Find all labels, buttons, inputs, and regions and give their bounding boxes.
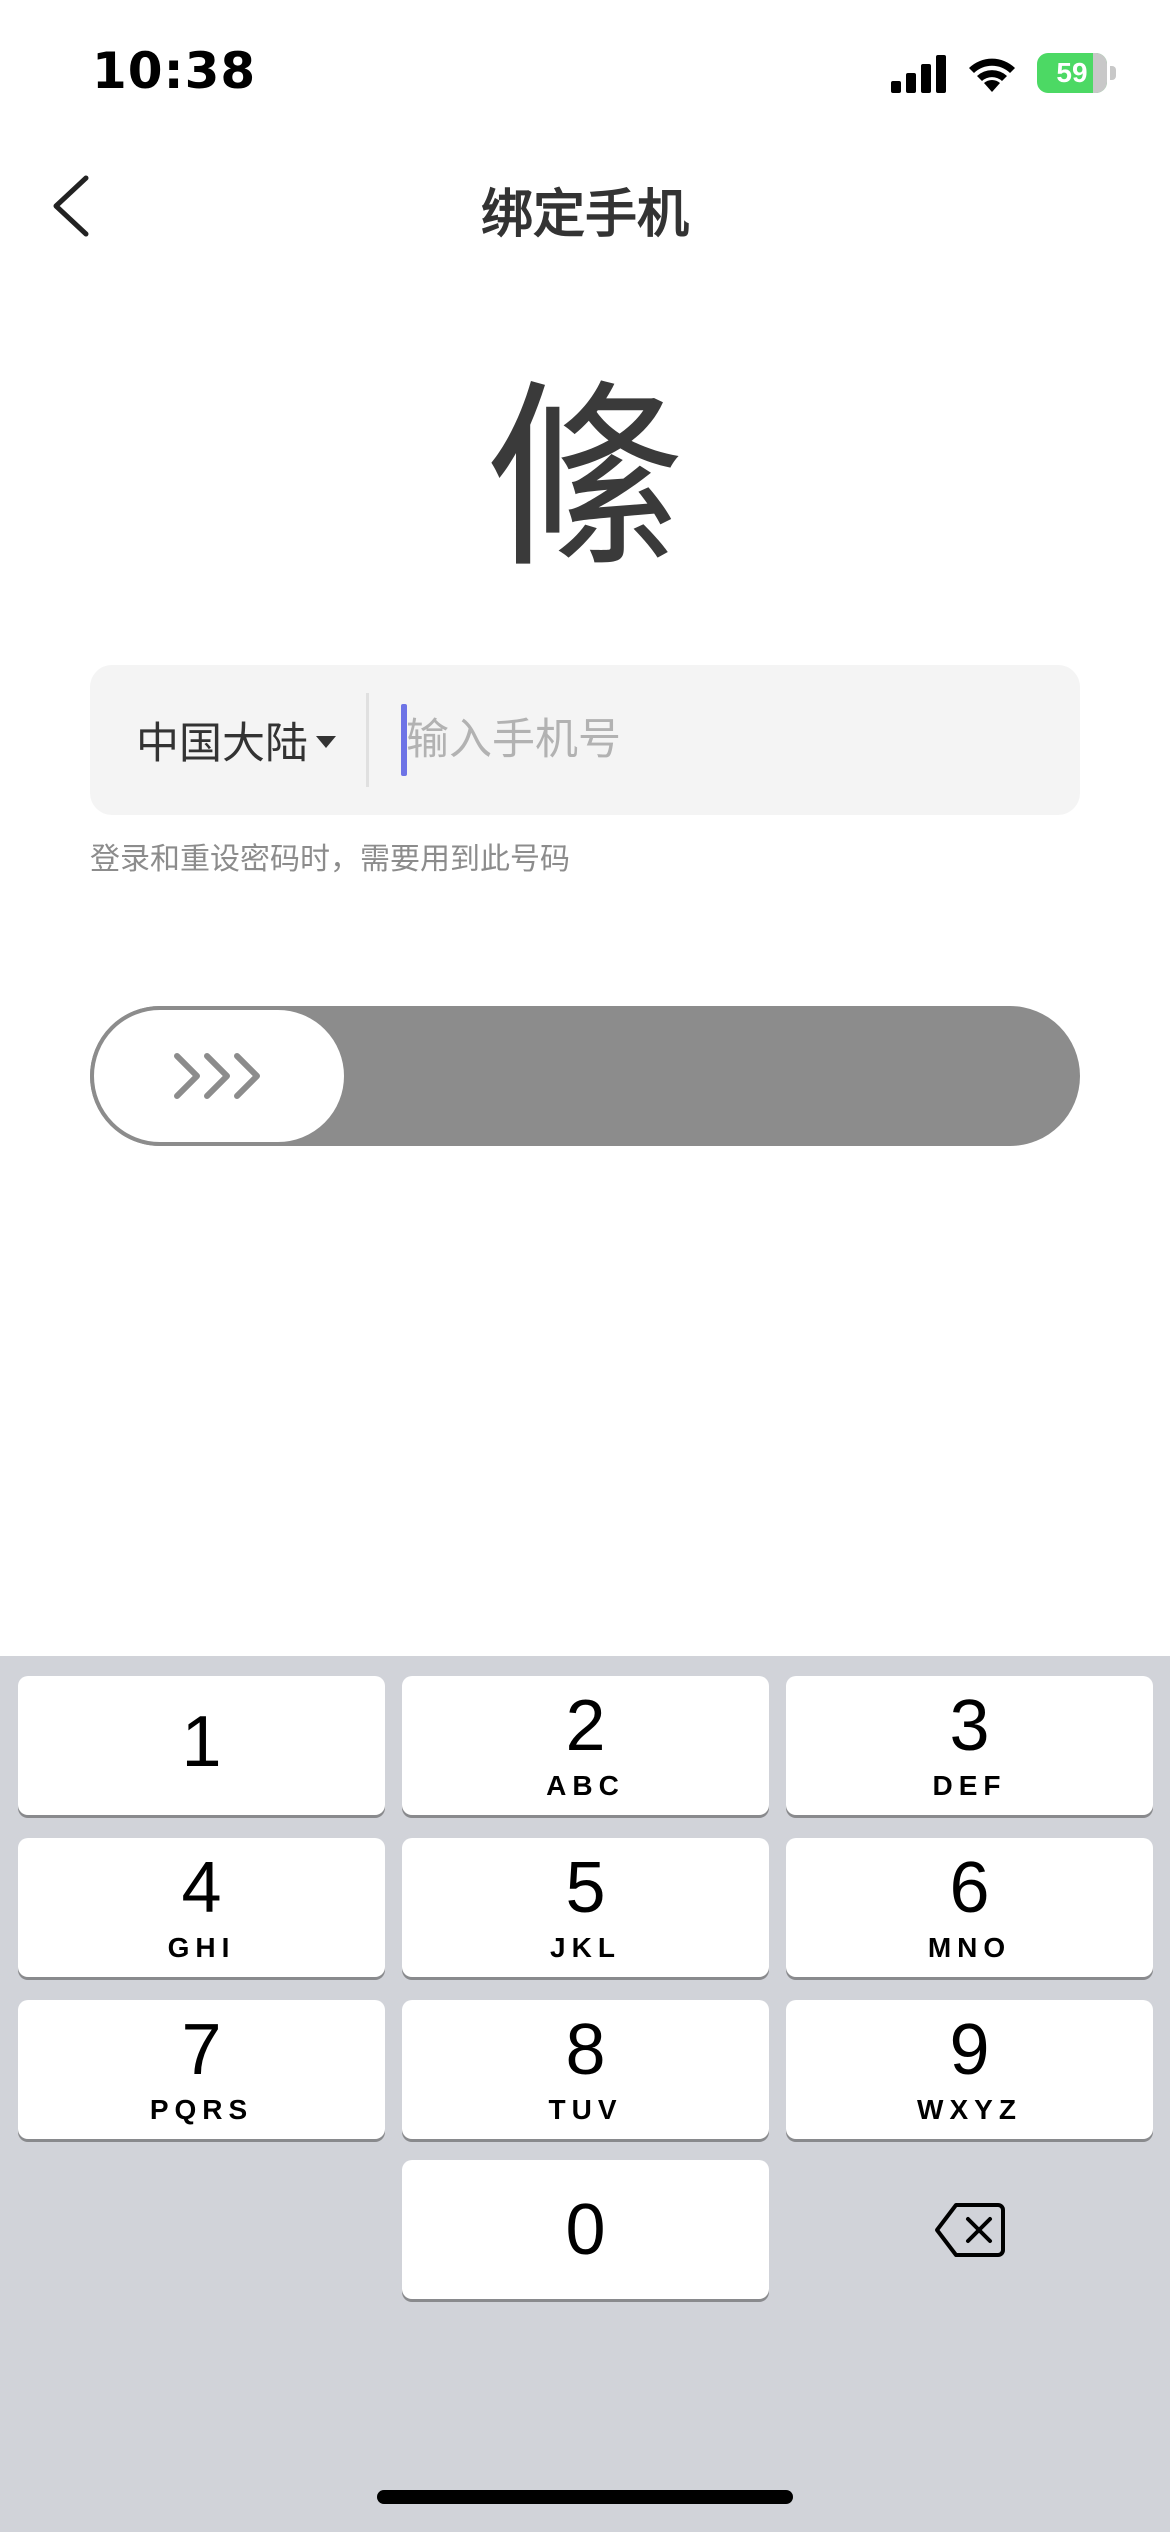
slide-to-verify-track (90, 1006, 1080, 1146)
numeric-keypad: 1 2 ABC 3 DEF 4 GHI 5 JKL 6 MNO 7 PQRS 8… (0, 1656, 1170, 2532)
key-6[interactable]: 6 MNO (786, 1838, 1153, 1977)
home-indicator (377, 2490, 793, 2504)
status-icons: 59 (891, 52, 1116, 94)
key-1[interactable]: 1 (18, 1676, 385, 1815)
phone-input[interactable] (406, 695, 1046, 785)
bind-phone-screen: 10:38 59 绑定手机 絛 中国大陆 输入手机号 登录和重设密码时，需要用到… (0, 0, 1170, 2532)
key-4[interactable]: 4 GHI (18, 1838, 385, 1977)
delete-key[interactable] (786, 2160, 1153, 2299)
signal-icon (891, 55, 946, 93)
key-7[interactable]: 7 PQRS (18, 2000, 385, 2139)
divider (366, 693, 369, 787)
chevrons-right-icon (174, 1053, 260, 1099)
phone-input-box: 中国大陆 (90, 665, 1080, 815)
status-bar: 10:38 59 (0, 0, 1170, 150)
battery-charging-icon: 59 (1037, 53, 1116, 93)
key-9[interactable]: 9 WXYZ (786, 2000, 1153, 2139)
page-title: 绑定手机 (480, 185, 689, 245)
nav-bar: 绑定手机 (0, 150, 1170, 260)
key-8[interactable]: 8 TUV (402, 2000, 769, 2139)
caret-down-icon (316, 736, 336, 748)
key-2[interactable]: 2 ABC (402, 1676, 769, 1815)
key-5[interactable]: 5 JKL (402, 1838, 769, 1977)
key-3[interactable]: 3 DEF (786, 1676, 1153, 1815)
text-cursor (401, 704, 407, 776)
battery-level: 59 (1056, 57, 1088, 88)
region-selector[interactable]: 中国大陆 (136, 665, 338, 815)
status-time: 10:38 (92, 42, 257, 100)
backspace-icon (934, 2202, 1005, 2257)
app-logo: 絛 (484, 363, 685, 596)
phone-hint: 登录和重设密码时，需要用到此号码 (90, 842, 570, 877)
region-label: 中国大陆 (136, 719, 308, 769)
wifi-icon (969, 58, 1015, 92)
key-0[interactable]: 0 (402, 2160, 769, 2299)
slide-to-verify-thumb[interactable] (90, 1006, 348, 1146)
